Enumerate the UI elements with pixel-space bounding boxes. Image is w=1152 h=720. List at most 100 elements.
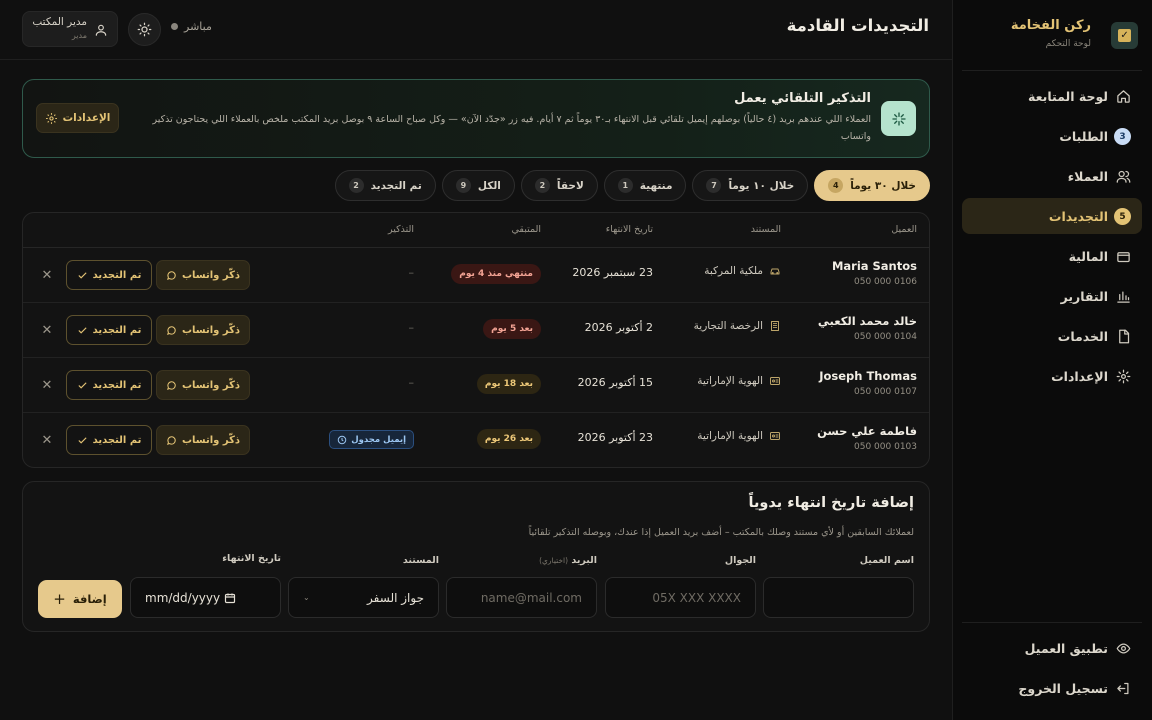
- sidebar-divider: [962, 622, 1142, 623]
- phone-placeholder: 05X XXX XXXX: [652, 590, 741, 605]
- filter-label: تم التجديد: [370, 179, 422, 192]
- mark-renewed-button[interactable]: تم التجديد: [66, 260, 152, 290]
- table-row: Maria Santos 050 000 0106 ملكية المركبة 23 …: [23, 248, 929, 303]
- plus-icon: +: [53, 590, 66, 608]
- whatsapp-remind-button[interactable]: ذكّر واتساب: [156, 260, 250, 290]
- users-icon-wrap: [1116, 169, 1131, 184]
- bottom-nav-item-1[interactable]: تسجيل الخروج: [962, 670, 1142, 706]
- remaining-badge: بعد 26 يوم: [476, 429, 541, 449]
- col-expiry: تاريخ الانتهاء: [605, 224, 653, 235]
- live-status: مباشر: [171, 20, 212, 33]
- whatsapp-icon: [167, 380, 176, 390]
- settings-button[interactable]: الإعدادات: [36, 103, 119, 133]
- sidebar-item-label: لوحة المتابعة: [1028, 88, 1108, 104]
- eye-icon-wrap: [1116, 641, 1131, 656]
- mark-renewed-label: تم التجديد: [92, 269, 142, 281]
- document-icon-wrap: [1116, 329, 1131, 344]
- app-root: ✓ ركن الفخامة لوحة التحكم لوحة المتابعة ا…: [0, 0, 1152, 720]
- filter-tab-1[interactable]: خلال ١٠ يوماً 7: [692, 170, 809, 201]
- filter-count: 2: [348, 178, 364, 193]
- filter-label: خلال ٣٠ يوماً: [850, 179, 916, 192]
- home-icon: [1117, 90, 1130, 103]
- client-phone: 050 000 0103: [854, 442, 917, 452]
- gear-icon: [1116, 369, 1131, 384]
- sidebar-item-7[interactable]: الإعدادات: [962, 358, 1142, 394]
- live-dot-icon: [171, 23, 178, 30]
- check-icon: [77, 271, 87, 279]
- close-icon[interactable]: ✕: [38, 321, 56, 339]
- add-button[interactable]: إضافة +: [38, 580, 122, 618]
- table-body: Maria Santos 050 000 0106 ملكية المركبة 23 …: [23, 248, 929, 467]
- close-icon[interactable]: ✕: [38, 376, 56, 394]
- sidebar-item-6[interactable]: الخدمات: [962, 318, 1142, 354]
- expiry-date-field[interactable]: mm/dd/yyyy: [130, 577, 281, 618]
- manual-add-form: إضافة تاريخ انتهاء يدوياً لعملائك السابق…: [22, 481, 930, 632]
- reminder-cell: –: [408, 321, 415, 334]
- filter-tab-4[interactable]: الكل 9: [441, 170, 515, 201]
- phone-field[interactable]: 05X XXX XXXX: [605, 577, 756, 618]
- mark-renewed-button[interactable]: تم التجديد: [66, 370, 152, 400]
- form-description: لعملائك السابقين أو لأي مستند وصلك بالمك…: [528, 527, 914, 538]
- document-select[interactable]: جواز السفر ⌄: [288, 577, 439, 618]
- filter-tab-0[interactable]: خلال ٣٠ يوماً 4: [814, 170, 930, 201]
- sidebar-item-3[interactable]: التجديدات 5: [962, 198, 1142, 234]
- close-icon[interactable]: ✕: [38, 431, 56, 449]
- sidebar-item-label: المالية: [1068, 248, 1108, 264]
- phone-label: الجوال: [724, 555, 756, 566]
- reminder-cell: –: [408, 376, 415, 389]
- email-label-text: البريد: [571, 555, 597, 566]
- sidebar-item-0[interactable]: لوحة المتابعة: [962, 78, 1142, 114]
- sidebar-item-5[interactable]: التقارير: [962, 278, 1142, 314]
- sun-icon: [137, 22, 152, 37]
- brand: ✓ ركن الفخامة لوحة التحكم: [962, 14, 1138, 58]
- logout-icon: [1117, 682, 1129, 695]
- sidebar-item-label: الخدمات: [1057, 328, 1108, 344]
- bottom-nav-item-0[interactable]: تطبيق العميل: [962, 630, 1142, 666]
- banner-text: العملاء اللي عندهم بريد (٤ حالياً) بوصله…: [152, 114, 871, 142]
- filter-tab-3[interactable]: لاحقاً 2: [520, 170, 598, 201]
- whatsapp-icon: [167, 270, 176, 280]
- client-name[interactable]: فاطمة علي حسن: [817, 424, 917, 438]
- id-card-icon: [770, 377, 780, 385]
- calendar-icon: [225, 593, 236, 603]
- table-header: العميل المستند تاريخ الانتهاء المتبقي ال…: [23, 213, 929, 248]
- document-name: الهوية الإماراتية: [697, 375, 763, 387]
- chevron-down-icon: ⌄: [303, 593, 310, 602]
- expiry-date: 2 أكتوبر 2026: [584, 321, 653, 334]
- nav-count-badge: 3: [1114, 128, 1131, 145]
- client-name[interactable]: خالد محمد الكعبي: [818, 314, 917, 328]
- client-name[interactable]: Joseph Thomas: [819, 369, 917, 383]
- add-button-label: إضافة: [72, 592, 107, 606]
- email-field[interactable]: name@mail.com: [446, 577, 597, 618]
- check-icon: [77, 381, 87, 389]
- mark-renewed-button[interactable]: تم التجديد: [66, 425, 152, 455]
- theme-toggle-button[interactable]: [128, 13, 161, 46]
- sidebar-item-label: الطلبات: [1059, 128, 1108, 144]
- whatsapp-remind-button[interactable]: ذكّر واتساب: [156, 425, 250, 455]
- document-cell: الهوية الإماراتية: [697, 375, 781, 387]
- mark-renewed-label: تم التجديد: [92, 379, 142, 391]
- filter-tab-2[interactable]: منتهية 1: [603, 170, 687, 201]
- nav-count-badge: 5: [1114, 208, 1131, 225]
- sidebar-item-1[interactable]: الطلبات 3: [962, 118, 1142, 154]
- sidebar-item-2[interactable]: العملاء: [962, 158, 1142, 194]
- document-label: المستند: [402, 555, 439, 566]
- whatsapp-remind-button[interactable]: ذكّر واتساب: [156, 370, 250, 400]
- filter-label: منتهية: [639, 179, 673, 192]
- col-client: العميل: [891, 224, 917, 235]
- user-menu[interactable]: مدير المكتب مدير: [22, 11, 118, 47]
- client-name-field[interactable]: [763, 577, 914, 618]
- sidebar-bottom-nav: تطبيق العميل تسجيل الخروج: [962, 630, 1142, 710]
- header: التجديدات القادمة مباشر مدير المكتب مدير: [0, 0, 952, 60]
- close-icon[interactable]: ✕: [38, 266, 56, 284]
- sidebar-item-label: العملاء: [1067, 168, 1108, 184]
- mark-renewed-button[interactable]: تم التجديد: [66, 315, 152, 345]
- filter-tab-5[interactable]: تم التجديد 2: [334, 170, 436, 201]
- date-value: mm/dd/yyyy: [145, 590, 221, 605]
- sidebar-nav: لوحة المتابعة الطلبات 3 العملاء التجديدات 5 ال…: [962, 78, 1142, 398]
- sidebar-item-4[interactable]: المالية: [962, 238, 1142, 274]
- email-optional-hint: (اختياري): [539, 556, 569, 565]
- whatsapp-remind-button[interactable]: ذكّر واتساب: [156, 315, 250, 345]
- client-name[interactable]: Maria Santos: [832, 259, 917, 273]
- table-row: فاطمة علي حسن 050 000 0103 الهوية الإمارات…: [23, 413, 929, 467]
